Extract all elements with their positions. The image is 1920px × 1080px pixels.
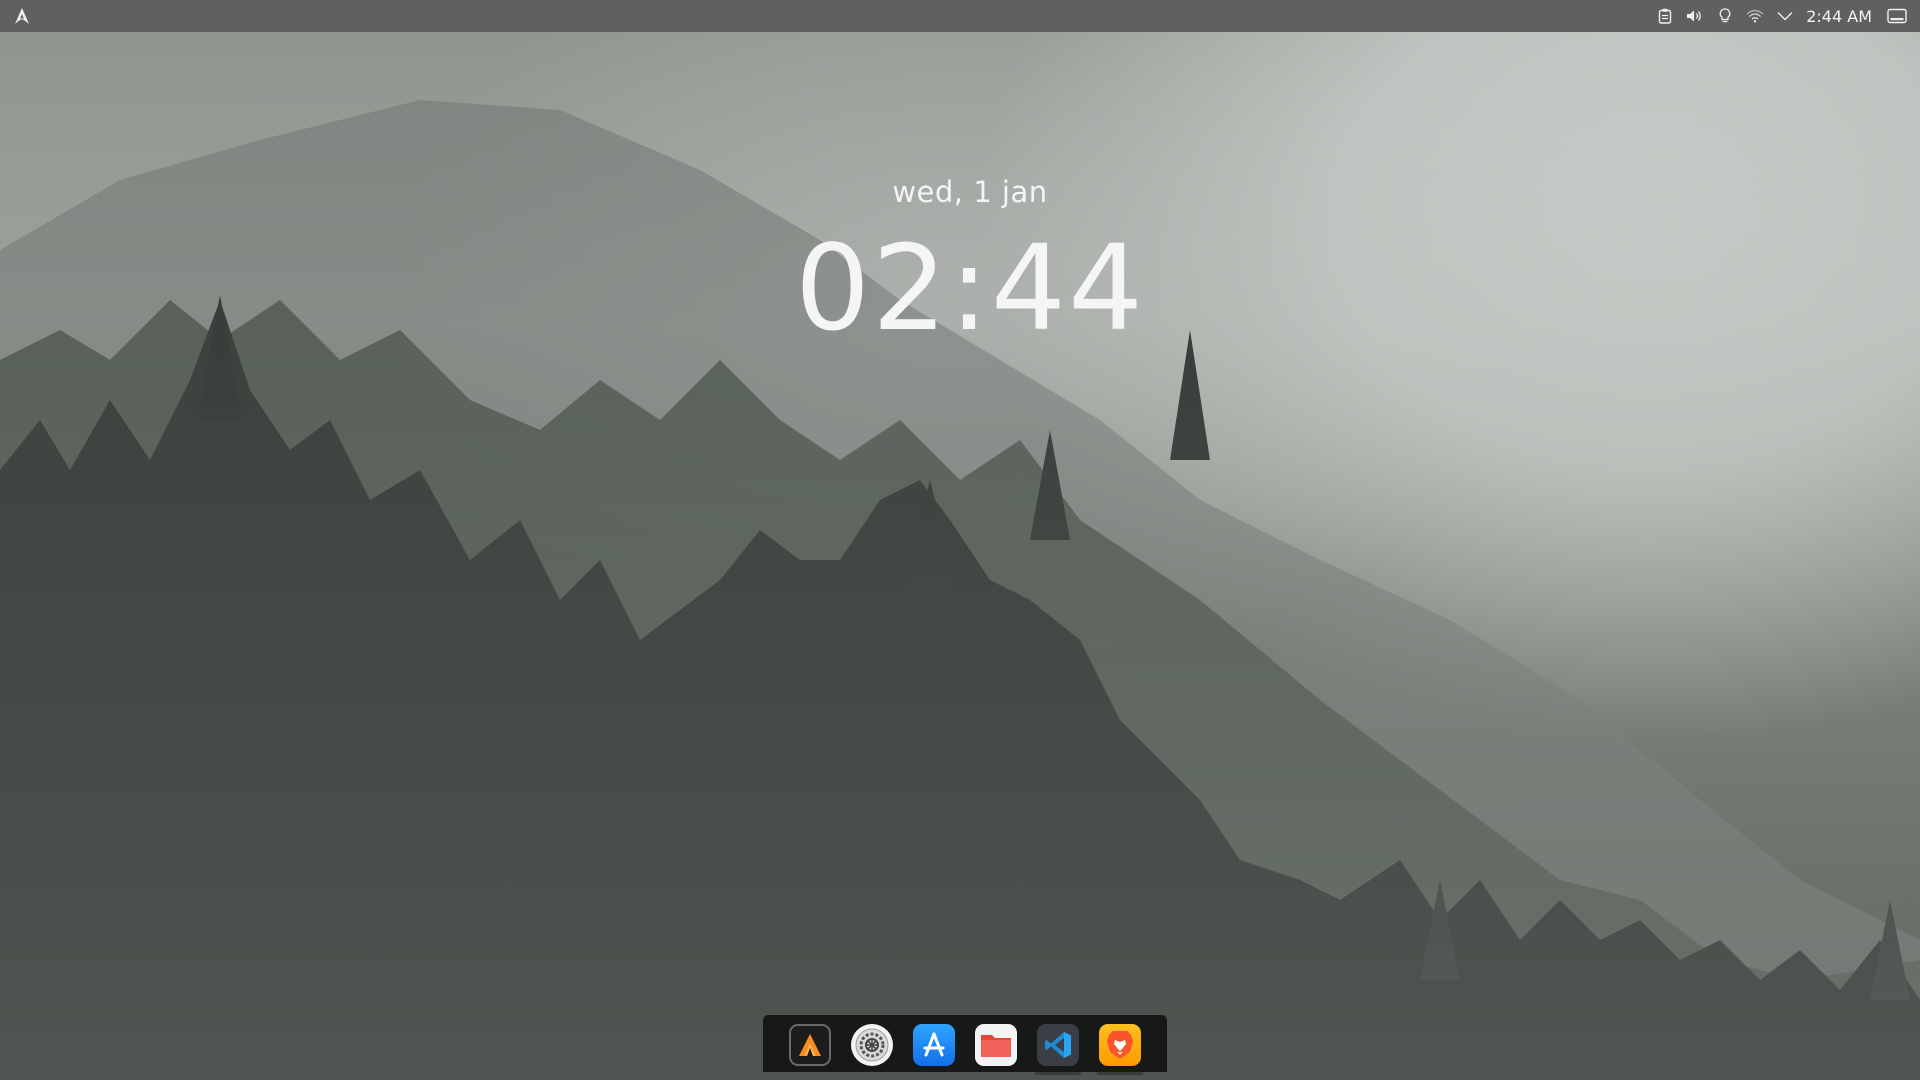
lightbulb-icon[interactable] xyxy=(1710,0,1740,32)
running-indicator xyxy=(1035,1071,1081,1075)
dock xyxy=(763,1015,1167,1075)
show-desktop-icon[interactable] xyxy=(1882,0,1912,32)
desktop-clock-widget: wed, 1 jan 02:44 xyxy=(760,170,1180,358)
dock-item-app-launcher[interactable] xyxy=(789,1023,831,1066)
folder-icon xyxy=(981,1034,1011,1057)
chevron-down-icon[interactable] xyxy=(1770,0,1800,32)
arch-logo-icon[interactable] xyxy=(7,0,37,32)
panel-clock[interactable]: 2:44 AM xyxy=(1800,7,1882,26)
top-panel: 2:44 AM xyxy=(0,0,1920,32)
dock-item-system-settings[interactable] xyxy=(851,1023,893,1066)
app-store-icon xyxy=(923,1032,945,1056)
dock-item-brave-browser[interactable] xyxy=(1097,1023,1143,1075)
desktop-wallpaper xyxy=(0,0,1920,1080)
clock-time: 02:44 xyxy=(794,219,1146,357)
running-indicator xyxy=(1097,1071,1143,1075)
dock-item-files[interactable] xyxy=(975,1023,1017,1066)
dock-item-vscode[interactable] xyxy=(1035,1023,1081,1075)
forest-fog-illustration xyxy=(0,0,1920,1080)
brave-lion-icon xyxy=(1107,1030,1133,1059)
clock-date: wed, 1 jan xyxy=(892,175,1048,209)
volume-icon[interactable] xyxy=(1680,0,1710,32)
wifi-icon[interactable] xyxy=(1740,0,1770,32)
gear-icon xyxy=(855,1028,889,1061)
clipboard-icon[interactable] xyxy=(1650,0,1680,32)
vscode-icon xyxy=(1045,1031,1071,1058)
dock-item-app-store[interactable] xyxy=(913,1023,955,1066)
arch-a-icon xyxy=(799,1033,821,1056)
